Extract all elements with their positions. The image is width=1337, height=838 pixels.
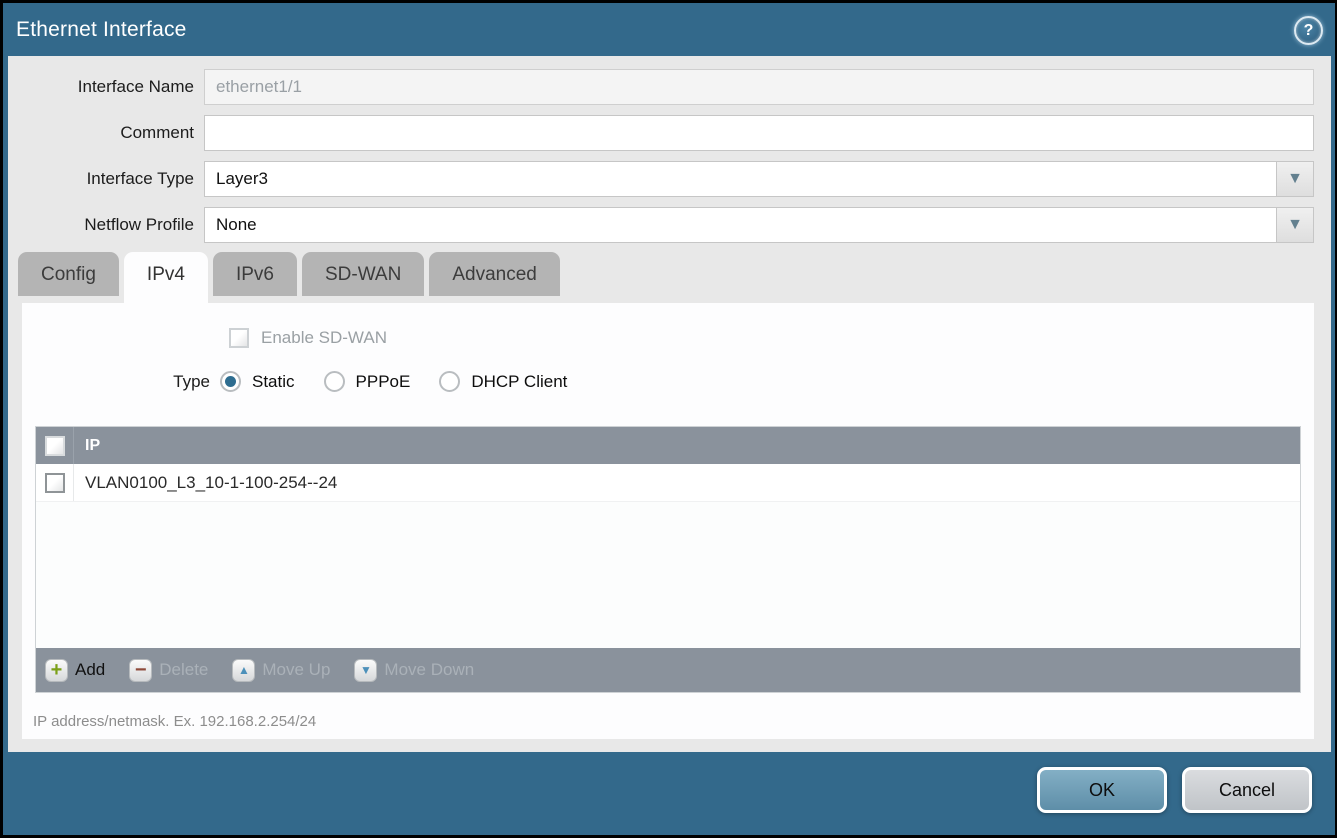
row-checkbox-cell <box>36 464 74 501</box>
ipv4-tab-panel: Enable SD-WAN Type Static PPPoE DHCP Cli… <box>22 303 1314 739</box>
netflow-profile-row: Netflow Profile None ▼ <box>8 207 1314 243</box>
enable-sdwan-checkbox[interactable] <box>229 328 249 348</box>
move-down-button[interactable]: ▼ Move Down <box>354 659 474 682</box>
table-toolbar: + Add − Delete ▲ Move Up ▼ <box>36 648 1300 692</box>
move-up-button-label: Move Up <box>262 660 330 680</box>
move-up-button[interactable]: ▲ Move Up <box>232 659 330 682</box>
delete-button-label: Delete <box>159 660 208 680</box>
interface-name-label: Interface Name <box>8 77 204 97</box>
radio-static-label: Static <box>252 372 295 392</box>
dialog-body: Interface Name Comment Interface Type <box>8 56 1331 752</box>
move-down-button-label: Move Down <box>384 660 474 680</box>
help-icon[interactable]: ? <box>1294 16 1323 45</box>
select-all-cell <box>36 427 74 464</box>
address-type-label: Type <box>22 372 220 392</box>
ip-table-header: IP <box>36 427 1300 464</box>
ip-format-hint: IP address/netmask. Ex. 192.168.2.254/24 <box>33 713 316 730</box>
tab-config[interactable]: Config <box>18 252 119 296</box>
radio-dhcp-client[interactable]: DHCP Client <box>439 371 567 392</box>
table-row[interactable]: VLAN0100_L3_10-1-100-254--24 <box>36 464 1300 502</box>
interface-type-value: Layer3 <box>205 162 1276 196</box>
radio-pppoe[interactable]: PPPoE <box>324 371 411 392</box>
interface-type-dropdown[interactable]: Layer3 ▼ <box>204 161 1314 197</box>
dialog-title: Ethernet Interface <box>16 18 187 42</box>
table-empty-area <box>36 502 1300 648</box>
netflow-profile-value: None <box>205 208 1276 242</box>
ip-column-header: IP <box>74 437 100 455</box>
radio-static-control[interactable] <box>220 371 241 392</box>
interface-name-input <box>204 69 1314 105</box>
radio-pppoe-label: PPPoE <box>356 372 411 392</box>
row-ip-value: VLAN0100_L3_10-1-100-254--24 <box>74 473 337 493</box>
enable-sdwan-label: Enable SD-WAN <box>261 328 387 348</box>
netflow-profile-dropdown[interactable]: None ▼ <box>204 207 1314 243</box>
add-button[interactable]: + Add <box>45 659 105 682</box>
arrow-up-icon: ▲ <box>232 659 255 682</box>
tab-ipv6[interactable]: IPv6 <box>213 252 297 296</box>
radio-dhcp-control[interactable] <box>439 371 460 392</box>
radio-pppoe-control[interactable] <box>324 371 345 392</box>
plus-icon: + <box>45 659 68 682</box>
arrow-down-icon: ▼ <box>354 659 377 682</box>
comment-label: Comment <box>8 123 204 143</box>
row-checkbox[interactable] <box>45 473 65 493</box>
interface-type-label: Interface Type <box>8 169 204 189</box>
dialog-titlebar: Ethernet Interface ? <box>3 3 1335 56</box>
comment-input[interactable] <box>204 115 1314 151</box>
radio-dhcp-label: DHCP Client <box>471 372 567 392</box>
delete-button[interactable]: − Delete <box>129 659 208 682</box>
select-all-checkbox[interactable] <box>45 436 65 456</box>
tab-ipv4[interactable]: IPv4 <box>124 252 208 303</box>
interface-type-row: Interface Type Layer3 ▼ <box>8 161 1314 197</box>
comment-row: Comment <box>8 115 1314 151</box>
interface-name-row: Interface Name <box>8 69 1314 105</box>
interface-form: Interface Name Comment Interface Type <box>8 69 1314 253</box>
chevron-down-icon[interactable]: ▼ <box>1276 208 1313 242</box>
netflow-profile-label: Netflow Profile <box>8 215 204 235</box>
minus-icon: − <box>129 659 152 682</box>
add-button-label: Add <box>75 660 105 680</box>
ethernet-interface-dialog: Ethernet Interface ? Interface Name Comm… <box>3 3 1335 835</box>
ok-button[interactable]: OK <box>1037 767 1167 813</box>
radio-static[interactable]: Static <box>220 371 295 392</box>
address-type-row: Type Static PPPoE DHCP Client <box>22 371 596 392</box>
chevron-down-icon[interactable]: ▼ <box>1276 162 1313 196</box>
enable-sdwan-row: Enable SD-WAN <box>229 328 387 348</box>
tab-sdwan[interactable]: SD-WAN <box>302 252 424 296</box>
ethernet-interface-window: Ethernet Interface ? Interface Name Comm… <box>0 0 1337 838</box>
tab-bar: Config IPv4 IPv6 SD-WAN Advanced <box>18 252 560 303</box>
cancel-button[interactable]: Cancel <box>1182 767 1312 813</box>
ip-table: IP VLAN0100_L3_10-1-100-254--24 + Add <box>35 426 1301 693</box>
tab-advanced[interactable]: Advanced <box>429 252 560 296</box>
